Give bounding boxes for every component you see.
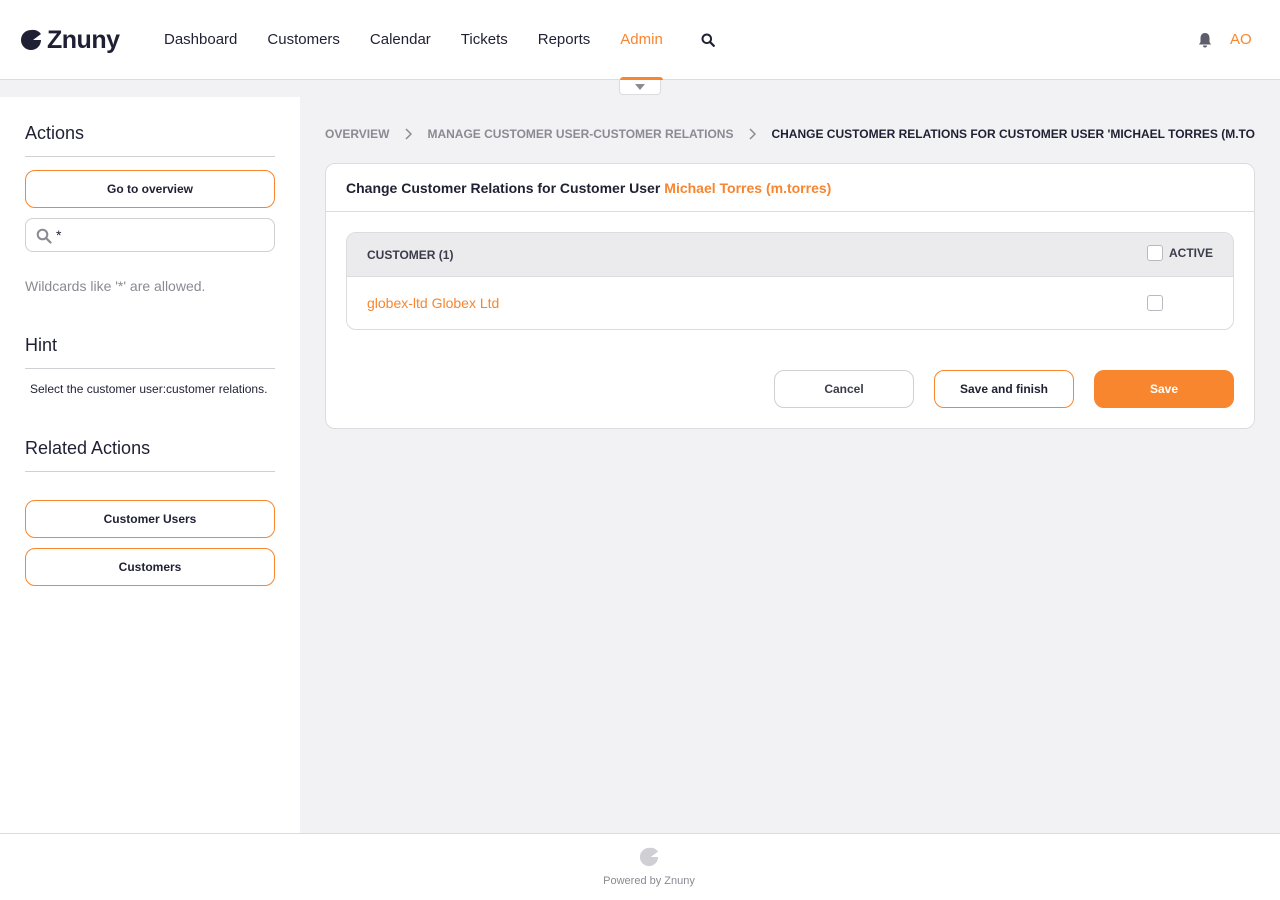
sidebar: Actions Go to overview Wildcards like '*… <box>0 97 300 833</box>
breadcrumb-current: CHANGE CUSTOMER RELATIONS FOR CUSTOMER U… <box>771 127 1255 141</box>
relations-panel: Change Customer Relations for Customer U… <box>325 163 1255 429</box>
search-icon <box>701 33 715 47</box>
cancel-button[interactable]: Cancel <box>774 370 914 408</box>
nav-item-customers[interactable]: Customers <box>252 0 355 80</box>
nav-item-tickets[interactable]: Tickets <box>446 0 523 80</box>
user-avatar[interactable]: AO <box>1230 31 1252 48</box>
nav-item-dashboard[interactable]: Dashboard <box>149 0 252 80</box>
go-to-overview-button[interactable]: Go to overview <box>25 170 275 208</box>
table-header: CUSTOMER (1) ACTIVE <box>347 233 1233 277</box>
hint-text: Select the customer user:customer relati… <box>30 382 268 396</box>
save-button[interactable]: Save <box>1094 370 1234 408</box>
select-all-checkbox[interactable] <box>1147 245 1163 261</box>
powered-by-text: Powered by Znuny <box>603 875 695 887</box>
save-and-finish-button[interactable]: Save and finish <box>934 370 1074 408</box>
znuny-logo[interactable]: Znuny <box>20 26 120 54</box>
chevron-right-icon <box>733 128 771 140</box>
customer-search-input[interactable] <box>56 225 266 245</box>
wildcard-note: Wildcards like '*' are allowed. <box>25 278 206 294</box>
app-name: Znuny <box>47 25 120 54</box>
nav-item-admin[interactable]: Admin <box>605 0 678 80</box>
customers-button[interactable]: Customers <box>25 548 275 586</box>
header-collapse-toggle[interactable] <box>619 80 661 95</box>
customer-user-name: Michael Torres (m.torres) <box>664 179 832 196</box>
znuny-footer-logo-icon <box>639 847 659 867</box>
top-navigation-bar: Znuny Dashboard Customers Calendar Ticke… <box>0 0 1280 80</box>
nav-search-button[interactable] <box>698 0 718 80</box>
customer-users-button[interactable]: Customer Users <box>25 500 275 538</box>
main-nav: Dashboard Customers Calendar Tickets Rep… <box>149 0 718 80</box>
actions-heading: Actions <box>25 123 275 157</box>
active-label: ACTIVE <box>1169 246 1214 260</box>
panel-title: Change Customer Relations for Customer U… <box>346 179 661 196</box>
active-checkbox[interactable] <box>1147 295 1163 311</box>
breadcrumb-overview[interactable]: OVERVIEW <box>325 127 389 141</box>
customer-relations-table: CUSTOMER (1) ACTIVE globex-ltd Globex Lt… <box>346 232 1234 330</box>
footer: Powered by Znuny <box>0 833 1280 900</box>
bell-icon[interactable] <box>1196 31 1214 49</box>
search-icon <box>36 228 52 244</box>
column-header-active: ACTIVE <box>1147 245 1213 261</box>
panel-header: Change Customer Relations for Customer U… <box>326 164 1254 212</box>
breadcrumb-manage-relations[interactable]: MANAGE CUSTOMER USER-CUSTOMER RELATIONS <box>427 127 733 141</box>
nav-item-reports[interactable]: Reports <box>523 0 606 80</box>
breadcrumb: OVERVIEW MANAGE CUSTOMER USER-CUSTOMER R… <box>325 126 1255 142</box>
customer-search-box <box>25 218 275 252</box>
nav-item-calendar[interactable]: Calendar <box>355 0 446 80</box>
table-row: globex-ltd Globex Ltd <box>347 277 1233 329</box>
customer-link[interactable]: globex-ltd Globex Ltd <box>367 295 499 311</box>
chevron-right-icon <box>389 128 427 140</box>
hint-heading: Hint <box>25 335 275 369</box>
chevron-down-icon <box>635 84 645 90</box>
znuny-logo-icon <box>21 29 41 50</box>
related-actions-heading: Related Actions <box>25 438 275 472</box>
column-header-customer[interactable]: CUSTOMER (1) <box>367 248 453 262</box>
